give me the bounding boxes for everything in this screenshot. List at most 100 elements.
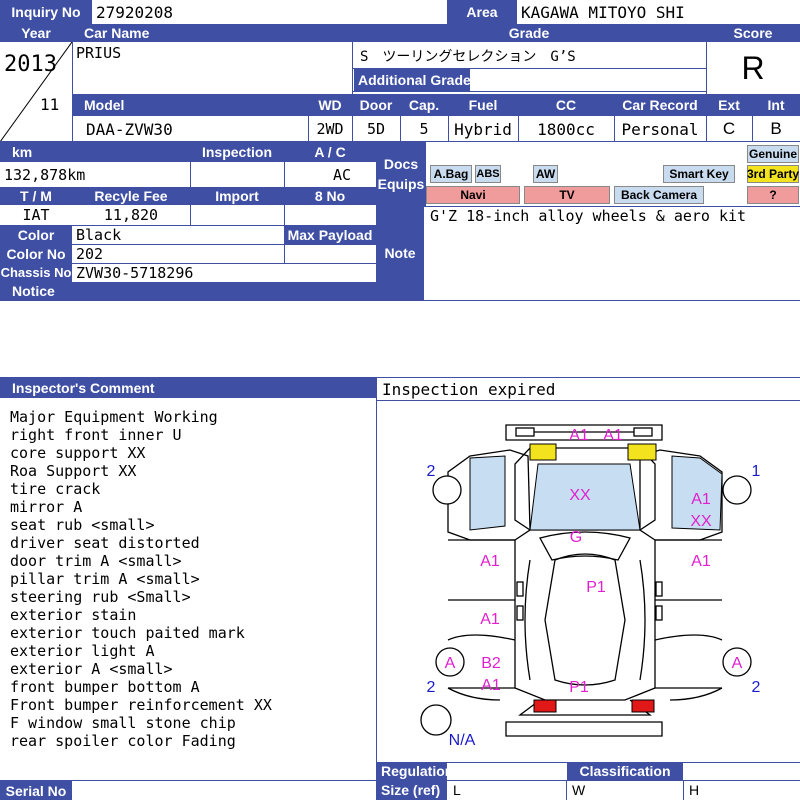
color-label: Color: [0, 225, 72, 244]
wd-label: WD: [308, 94, 352, 116]
mark-left-front-door: A1: [480, 553, 500, 570]
comment-line: F window small stone chip: [10, 714, 236, 732]
comment-line: exterior A <small>: [10, 660, 173, 678]
inspection-status: Inspection expired: [382, 379, 556, 399]
color-value: Black: [76, 225, 122, 244]
grade-label: Grade: [352, 24, 706, 42]
comment-line: exterior stain: [10, 606, 137, 624]
rear-bumper: [505, 721, 663, 737]
score-value: R: [741, 49, 765, 86]
mark-left-rear-wheel: A: [445, 655, 456, 672]
chassis-no-label: Chassis No: [0, 263, 72, 282]
mark-windshield: XX: [569, 487, 591, 504]
classification-label: Classification: [567, 762, 683, 780]
genuine-badge: Genuine: [747, 145, 799, 163]
mark-front-bumper-2: A1: [603, 427, 623, 444]
comment-line: door trim A <small>: [10, 552, 182, 570]
roof: [544, 553, 626, 686]
fuel-label: Fuel: [448, 94, 518, 116]
comment-line: steering rub <Small>: [10, 588, 191, 606]
mark-front-bumper-1: A1: [569, 427, 589, 444]
abs-badge: ABS: [475, 165, 501, 183]
km-label: km: [0, 142, 190, 162]
navi-badge: Navi: [426, 186, 520, 204]
model-label: Model: [72, 94, 308, 116]
rear-left-light: [533, 699, 557, 713]
aw-badge: AW: [533, 165, 558, 183]
car-name-label: Car Name: [72, 24, 352, 42]
car-damage-diagram: A1 A1 XX 2 1 A1 XX G A1 A1 P1 A1 A A B2 …: [420, 424, 761, 749]
car-record-label: Car Record: [614, 94, 706, 116]
area-label: Area: [447, 0, 517, 24]
tv-badge: TV: [524, 186, 610, 204]
comment-line: exterior touch paited mark: [10, 624, 245, 642]
int-label: Int: [752, 94, 800, 116]
inspectors-comment-label: Inspector's Comment: [0, 378, 376, 398]
tm-value: IAT: [22, 206, 50, 224]
mark-right-rear-wheel: A: [732, 655, 743, 672]
recycle-fee-label: Recyle Fee: [72, 187, 190, 205]
year-value: 2013: [4, 52, 57, 77]
cap-value: 5: [419, 120, 429, 138]
ext-value: C: [722, 119, 736, 138]
year-label: Year: [0, 24, 72, 42]
back-camera-badge: Back Camera: [614, 186, 704, 204]
mark-rear-p1: P1: [569, 679, 589, 696]
note-label: Note: [376, 206, 424, 300]
regulation-label: Regulation: [377, 762, 447, 780]
door-label: Door: [352, 94, 400, 116]
comment-list: Major Equipment Working right front inner…: [10, 408, 374, 750]
car-name-value: PRIUS: [76, 44, 122, 62]
mark-left-rear-a1: A1: [481, 677, 501, 694]
size-h: H: [689, 782, 700, 798]
abag-badge: A.Bag: [430, 165, 472, 183]
inquiry-number: 27920208: [96, 2, 174, 22]
notice-label: Notice: [0, 282, 424, 300]
comment-line: pillar trim A <small>: [10, 570, 200, 588]
front-left-light: [529, 443, 557, 461]
comment-line: tire crack: [10, 480, 101, 498]
left-fender-glass: [469, 455, 506, 531]
ac-value: AC: [332, 166, 352, 184]
year-cell: 2013 11: [0, 42, 72, 142]
num-left-top: 2: [427, 463, 436, 480]
door-value: 5D: [366, 120, 386, 138]
color-no-label: Color No: [0, 244, 72, 263]
size-l: L: [453, 782, 461, 798]
tm-label: T / M: [0, 187, 72, 205]
comment-line: exterior light A: [10, 642, 155, 660]
comment-line: Major Equipment Working: [10, 408, 218, 426]
comment-line: seat rub <small>: [10, 516, 155, 534]
model-value: DAA-ZVW30: [86, 119, 173, 139]
comment-line: front bumper bottom A: [10, 678, 200, 696]
inquiry-label: Inquiry No: [0, 0, 92, 24]
comment-line: right front inner U: [10, 426, 182, 444]
num-left-bottom: 2: [427, 679, 436, 696]
comment-line: driver seat distorted: [10, 534, 200, 552]
color-no-value: 202: [76, 244, 104, 263]
mark-roof: P1: [586, 579, 606, 596]
docs-label: Docs: [383, 156, 419, 172]
inspection-label: Inspection: [190, 142, 284, 162]
recycle-fee-value: 11,820: [103, 206, 159, 224]
eight-no-label: 8 No: [284, 187, 376, 205]
fuel-value: Hybrid: [454, 119, 512, 139]
wd-value: 2WD: [316, 120, 344, 138]
ext-label: Ext: [706, 94, 752, 116]
front-right-wheel: [722, 475, 752, 505]
comment-line: core support XX: [10, 444, 146, 462]
mark-spare: N/A: [449, 732, 476, 749]
mark-hood-g: G: [570, 529, 582, 546]
grade-value: S ツーリングセレクション G’S: [360, 49, 576, 65]
third-party-badge: 3rd Party: [746, 165, 800, 183]
size-w: W: [572, 782, 586, 798]
mark-left-rear-door: A1: [480, 611, 500, 628]
comment-line: Front bumper reinforcement XX: [10, 696, 272, 714]
mark-right-fender-2: XX: [690, 513, 712, 530]
int-value: B: [770, 119, 782, 138]
chassis-no-value: ZVW30-5718296: [76, 263, 194, 282]
serial-no-label: Serial No: [0, 781, 72, 800]
month-value: 11: [40, 95, 60, 114]
import-label: Import: [190, 187, 284, 205]
comment-line: mirror A: [10, 498, 83, 516]
